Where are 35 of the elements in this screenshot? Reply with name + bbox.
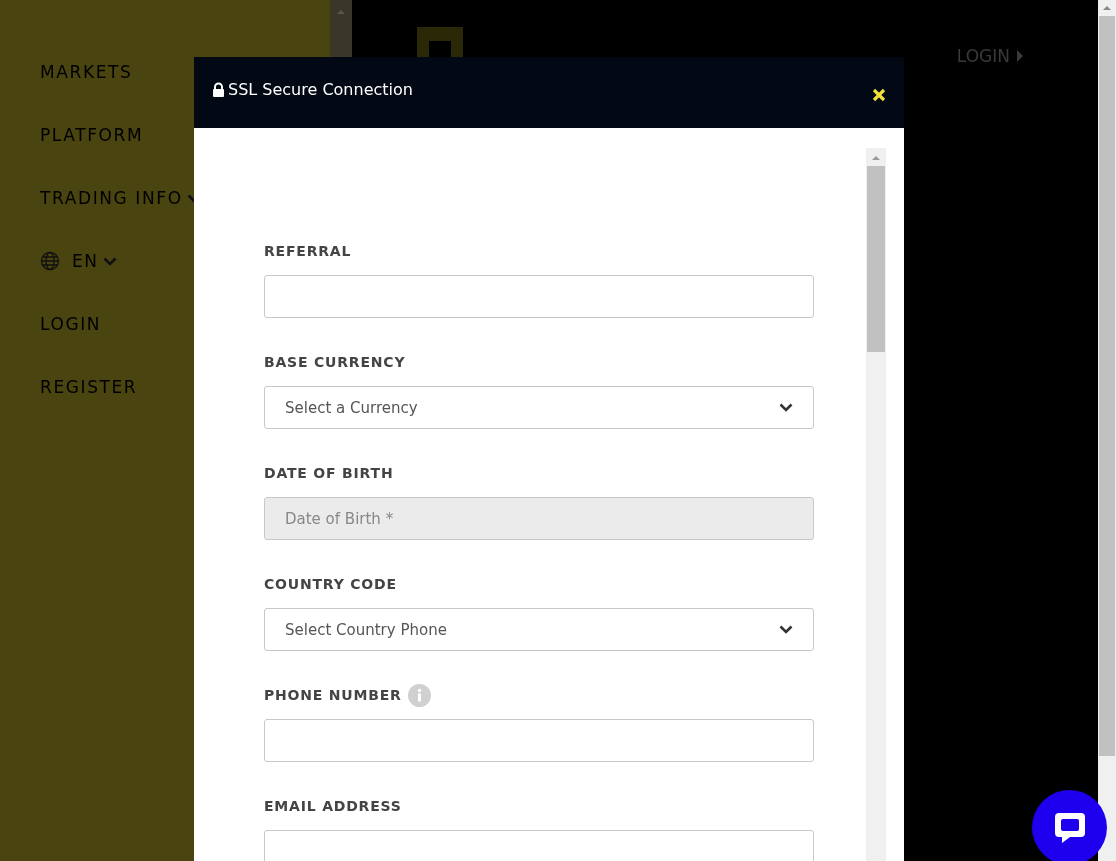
globe-icon	[40, 251, 60, 271]
nav-link[interactable]: MARKETS	[40, 62, 133, 82]
nav-link[interactable]: LOGIN	[40, 314, 102, 334]
scroll-up-icon[interactable]	[872, 156, 880, 160]
chevron-down-icon	[779, 403, 793, 412]
input-field[interactable]	[264, 275, 814, 318]
select-field[interactable]: Select a Currency	[264, 386, 814, 429]
scrollbar[interactable]	[1098, 0, 1116, 861]
chevron-down-icon	[779, 625, 793, 634]
caret-right-icon	[1016, 49, 1024, 63]
lock-icon	[212, 81, 225, 98]
field-label: DATE OF BIRTH	[264, 465, 394, 481]
chevron-down-icon	[102, 256, 117, 266]
logo-icon	[415, 25, 465, 59]
modal-title: SSL Secure Connection	[228, 80, 413, 99]
scrollbar-thumb[interactable]	[867, 166, 885, 352]
login-link[interactable]: LOGIN	[956, 46, 1024, 66]
field-label: EMAIL ADDRESS	[264, 798, 402, 814]
nav-link[interactable]: REGISTER	[40, 377, 138, 397]
close-icon	[872, 87, 886, 102]
input-field[interactable]	[264, 830, 814, 861]
field-label: BASE CURRENCY	[264, 354, 406, 370]
language-selector[interactable]: EN	[72, 251, 117, 271]
field-label: COUNTRY CODE	[264, 576, 397, 592]
field-label: PHONE NUMBER	[264, 687, 402, 703]
nav-link[interactable]: PLATFORM	[40, 125, 144, 145]
scroll-up-icon[interactable]	[337, 10, 345, 14]
scroll-up-icon[interactable]	[1103, 6, 1111, 10]
field-label: REFERRAL	[264, 243, 352, 259]
info-icon[interactable]	[407, 683, 431, 707]
scrollbar[interactable]	[866, 148, 886, 861]
scrollbar-thumb[interactable]	[1099, 16, 1115, 756]
input-field[interactable]	[264, 719, 814, 762]
close-button[interactable]	[872, 87, 886, 102]
select-field[interactable]: Select Country Phone	[264, 608, 814, 651]
